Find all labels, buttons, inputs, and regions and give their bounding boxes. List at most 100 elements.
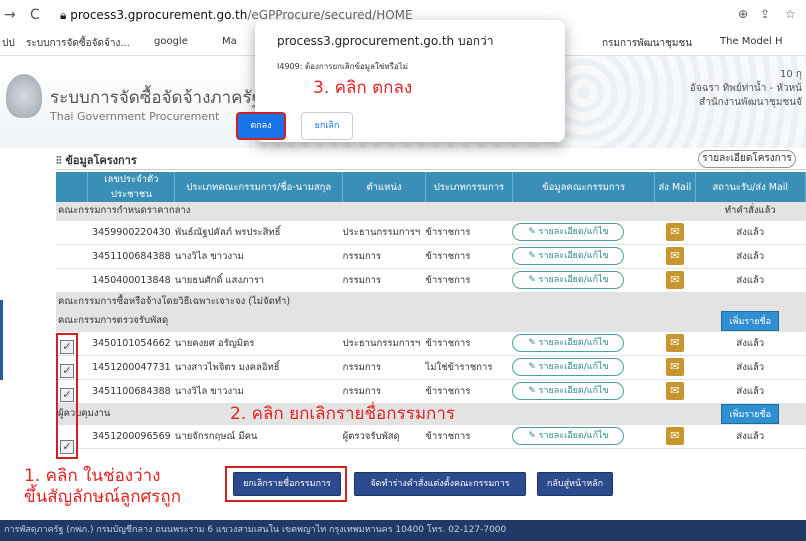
- dialog-message: I4909: ต้องการยกเลิกข้อมูลใช่หรือไม่: [277, 62, 408, 71]
- detail-edit-button[interactable]: ✎ รายละเอียด/แก้ไข: [512, 271, 625, 289]
- citizen-id: 3459900220430: [87, 220, 175, 245]
- col-check: [56, 172, 89, 202]
- member-type: ข้าราชการ: [425, 220, 513, 245]
- page-edge-bar: [0, 300, 3, 380]
- dialog-host: process3.gprocurement.go.th บอกว่า: [277, 34, 494, 48]
- member-name: นายคงยศ อรัญมิตร: [174, 331, 343, 356]
- col-type: ประเภทกรรมการ: [425, 172, 513, 202]
- panel-title-text: ข้อมูลโครงการ: [65, 154, 137, 167]
- bookmark-1[interactable]: ระบบการจัดซื้อจัดจ้าง...: [26, 36, 130, 51]
- mail-status: ส่งแล้ว: [695, 220, 806, 245]
- table-row: 3451200096569 นายจักรกฤษณ์ มีคน ผู้ตรวจรับ…: [56, 424, 806, 449]
- detail-edit-button[interactable]: ✎ รายละเอียด/แก้ไข: [512, 247, 625, 265]
- header-date: 10 กุ: [780, 69, 802, 80]
- dialog-ok-button[interactable]: ตกลง: [236, 112, 286, 140]
- detail-label: รายละเอียด/แก้ไข: [538, 431, 609, 441]
- url-host: process3.gprocurement.go.th: [70, 8, 248, 22]
- member-name: พันธ์ณัฐปคัลภ์ พรประสิทธิ์: [174, 220, 343, 245]
- reload-icon[interactable]: C: [30, 7, 40, 23]
- mail-icon[interactable]: ✉: [665, 247, 684, 265]
- footer: การพัสดุภาครัฐ (กพภ.) กรมบัญชีกลาง ถนนพร…: [0, 520, 806, 541]
- site-title: ระบบการจัดซื้อจัดจ้างภาครัฐ: [50, 88, 262, 108]
- annotation-step1-line2: ขึ้นสัญลักษณ์ลูกศรถูก: [24, 487, 182, 507]
- member-position: กรรมการ: [342, 268, 426, 293]
- table-row: 3450101054662 นายคงยศ อรัญมิตร ประธานกรรมก…: [56, 331, 806, 356]
- member-name: นายธนศักดิ์ แสงภารา: [174, 268, 343, 293]
- table-row: 3459900220430 พันธ์ณัฐปคัลภ์ พรประสิทธิ์ป…: [56, 220, 806, 245]
- category-row: คณะกรรมการกำหนดราคากลาง ทำคำสั่งแล้ว: [56, 202, 806, 221]
- detail-edit-button[interactable]: ✎ รายละเอียด/แก้ไข: [512, 223, 625, 241]
- detail-label: รายละเอียด/แก้ไข: [538, 338, 609, 348]
- member-type: ข้าราชการ: [425, 244, 513, 269]
- bookmark-cdd[interactable]: กรมการพัฒนาชุมชน: [602, 36, 692, 51]
- member-position: ผู้ตรวจรับพัสดุ: [342, 424, 426, 449]
- mail-icon[interactable]: ✉: [665, 358, 684, 376]
- zoom-icon[interactable]: ⊕: [738, 7, 748, 21]
- table-row: 3451100684388 นางวิไล ขาวงาม กรรมการ ข้าราช…: [56, 244, 806, 269]
- lock-icon: 🔒︎: [60, 8, 71, 22]
- member-checkbox[interactable]: ✓: [60, 364, 74, 378]
- citizen-id: 3451100684388: [87, 244, 175, 269]
- dialog-cancel-button[interactable]: ยกเลิก: [301, 112, 353, 140]
- citizen-id: 3451200096569: [87, 424, 175, 449]
- project-details-dropdown[interactable]: รายละเอียดโครงการ ▾: [698, 150, 796, 180]
- bookmark-ma[interactable]: Ma: [222, 36, 237, 47]
- user-info: 10 กุ อัจฉรา ทิพย์ท่าน้ำ - หัวหน้ สำนักง…: [690, 68, 802, 110]
- site-subtitle: Thai Government Procurement: [50, 110, 220, 123]
- member-position: กรรมการ: [342, 244, 426, 269]
- table-row: 1451200047731 นางสาวไพจิตร มงคลอิทธิ์ กรรม…: [56, 355, 806, 380]
- bookmark-model[interactable]: The Model H: [720, 36, 783, 47]
- category-row: คณะกรรมการตรวจรับพัสดุ เพิ่มรายชื่อ: [56, 310, 806, 332]
- detail-edit-button[interactable]: ✎ รายละเอียด/แก้ไข: [512, 382, 625, 400]
- col-info: ข้อมูลคณะกรรมการ: [512, 172, 656, 202]
- col-status: สถานะรับ/ส่ง Mail: [695, 172, 806, 202]
- detail-edit-button[interactable]: ✎ รายละเอียด/แก้ไข: [512, 334, 625, 352]
- share-icon[interactable]: ⇪: [760, 7, 770, 21]
- col-mail: ส่ง Mail: [654, 172, 696, 202]
- col-id: เลขประจำตัวประชาชน: [87, 172, 176, 202]
- mail-status: ส่งแล้ว: [695, 268, 806, 293]
- mail-icon[interactable]: ✉: [665, 427, 684, 445]
- member-position: ประธานกรรมการฯ: [342, 331, 426, 356]
- category-label: คณะกรรมการซื้อหรือจ้างโดยวิธีเฉพาะเจาะจง…: [56, 292, 806, 311]
- detail-label: รายละเอียด/แก้ไข: [538, 386, 609, 396]
- mail-status: ส่งแล้ว: [695, 331, 806, 356]
- category-row: คณะกรรมการซื้อหรือจ้างโดยวิธีเฉพาะเจาะจง…: [56, 292, 806, 311]
- mail-icon[interactable]: ✉: [665, 334, 684, 352]
- mail-icon[interactable]: ✉: [665, 382, 684, 400]
- panel-title: ⫶⫶ ข้อมูลโครงการ: [56, 151, 137, 169]
- detail-edit-button[interactable]: ✎ รายละเอียด/แก้ไข: [512, 427, 625, 445]
- back-icon[interactable]: →: [4, 7, 16, 23]
- star-icon[interactable]: ☆: [785, 7, 796, 21]
- detail-label: รายละเอียด/แก้ไข: [538, 275, 609, 285]
- category-label: คณะกรรมการกำหนดราคากลาง: [56, 202, 696, 221]
- table-row: 1450400013848 นายธนศักดิ์ แสงภารา กรรมการข…: [56, 268, 806, 293]
- bookmark-apps[interactable]: ปป: [2, 36, 15, 51]
- member-checkbox[interactable]: ✓: [60, 340, 74, 354]
- annotation-step2: 2. คลิก ยกเลิกรายชื่อกรรมการ: [230, 404, 456, 424]
- bookmark-google[interactable]: google: [154, 36, 188, 47]
- back-home-button[interactable]: กลับสู่หน้าหลัก: [537, 472, 613, 496]
- member-checkbox[interactable]: ✓: [60, 440, 74, 454]
- remove-committee-button[interactable]: ยกเลิกรายชื่อกรรมการ: [233, 472, 341, 496]
- member-name: นางวิไล ขาวงาม: [174, 244, 343, 269]
- garuda-logo-icon: [6, 74, 42, 118]
- member-position: กรรมการ: [342, 355, 426, 380]
- annotation-step3: 3. คลิก ตกลง: [313, 78, 413, 98]
- member-type: ไม่ใช่ข้าราชการ: [425, 355, 513, 380]
- detail-label: รายละเอียด/แก้ไข: [538, 362, 609, 372]
- col-position: ตำแหน่ง: [342, 172, 426, 202]
- annotation-step1-line1: 1. คลิก ในช่องว่าง: [24, 466, 161, 486]
- add-member-button[interactable]: เพิ่มรายชื่อ: [721, 403, 780, 424]
- mail-icon[interactable]: ✉: [665, 223, 684, 241]
- mail-icon[interactable]: ✉: [665, 271, 684, 289]
- citizen-id: 3451100684388: [87, 379, 175, 404]
- detail-edit-button[interactable]: ✎ รายละเอียด/แก้ไข: [512, 358, 625, 376]
- member-checkbox[interactable]: ✓: [60, 388, 74, 402]
- member-type: ข้าราชการ: [425, 268, 513, 293]
- citizen-id: 1450400013848: [87, 268, 175, 293]
- citizen-id: 3450101054662: [87, 331, 175, 356]
- detail-label: รายละเอียด/แก้ไข: [538, 251, 609, 261]
- create-order-button[interactable]: จัดทำร่างคำสั่งแต่งตั้งคณะกรรมการ: [354, 472, 526, 496]
- add-member-button[interactable]: เพิ่มรายชื่อ: [721, 310, 780, 331]
